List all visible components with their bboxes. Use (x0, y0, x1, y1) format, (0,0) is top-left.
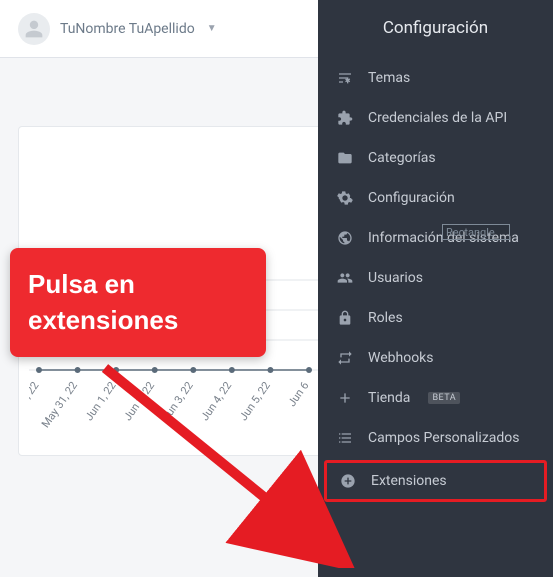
user-icon (24, 19, 44, 39)
svg-text:Jun 4, 22: Jun 4, 22 (198, 379, 234, 423)
sidebar-item-tienda[interactable]: Tienda BETA (318, 378, 553, 418)
puzzle-icon (336, 110, 354, 126)
sidebar-item-roles[interactable]: Roles (318, 298, 553, 338)
sidebar-item-label: Campos Personalizados (368, 430, 520, 446)
settings-sidebar: Configuración Temas Credenciales de la AP… (318, 0, 553, 577)
list-icon (336, 430, 354, 446)
sidebar-item-configuraci-n[interactable]: Configuración (318, 178, 553, 218)
sidebar-item-label: Roles (368, 310, 403, 326)
folder-icon (336, 150, 354, 166)
plus-icon (336, 390, 354, 406)
avatar[interactable] (18, 13, 50, 45)
chevron-down-icon[interactable]: ▼ (207, 23, 217, 34)
sidebar-item-campos-personalizados[interactable]: Campos Personalizados (318, 418, 553, 458)
lock-icon (336, 310, 354, 326)
sidebar-item-label: Webhooks (368, 350, 434, 366)
chart-x-labels: May 30, 22May 31, 22Jun 1, 22Jun 2, 22Ju… (29, 379, 311, 430)
svg-text:Jun 2, 22: Jun 2, 22 (121, 379, 157, 423)
sidebar-item-label: Usuarios (368, 270, 423, 286)
switches-icon (336, 70, 354, 86)
sidebar-item-webhooks[interactable]: Webhooks (318, 338, 553, 378)
swap-icon (336, 350, 354, 366)
sidebar-item-label: Información del sistema (368, 230, 519, 246)
beta-badge: BETA (428, 392, 460, 404)
sidebar-item-informaci-n-del-sistema[interactable]: Información del sistema (318, 218, 553, 258)
sidebar-item-credenciales-de-la-api[interactable]: Credenciales de la API (318, 98, 553, 138)
sidebar-item-extensiones[interactable]: Extensiones (324, 460, 547, 502)
users-icon (336, 270, 354, 286)
sidebar-item-label: Tienda (368, 390, 410, 406)
sidebar-item-temas[interactable]: Temas (318, 58, 553, 98)
svg-text:May 31, 22: May 31, 22 (39, 379, 80, 430)
svg-text:Jun 5, 22: Jun 5, 22 (237, 379, 273, 423)
callout-bubble: Pulsa en extensiones (10, 248, 266, 357)
sidebar-item-label: Categorías (368, 150, 436, 166)
sidebar-menu: Temas Credenciales de la API Categorías Con… (318, 58, 553, 502)
svg-text:Jun 3, 22: Jun 3, 22 (160, 379, 196, 423)
sidebar-title: Configuración (318, 0, 553, 58)
sidebar-item-label: Extensiones (371, 473, 447, 489)
sidebar-item-categor-as[interactable]: Categorías (318, 138, 553, 178)
sidebar-item-label: Configuración (368, 190, 455, 206)
sidebar-item-usuarios[interactable]: Usuarios (318, 258, 553, 298)
user-name[interactable]: TuNombre TuApellido (60, 21, 195, 37)
sidebar-item-label: Temas (368, 70, 410, 86)
svg-text:Jun 6: Jun 6 (285, 379, 311, 409)
svg-text:Jun 1, 22: Jun 1, 22 (82, 379, 118, 423)
sidebar-item-label: Credenciales de la API (368, 110, 507, 126)
chart-series (36, 367, 312, 373)
cogs-icon (336, 190, 354, 206)
plus-circle-icon (339, 473, 357, 489)
globe-icon (336, 230, 354, 246)
